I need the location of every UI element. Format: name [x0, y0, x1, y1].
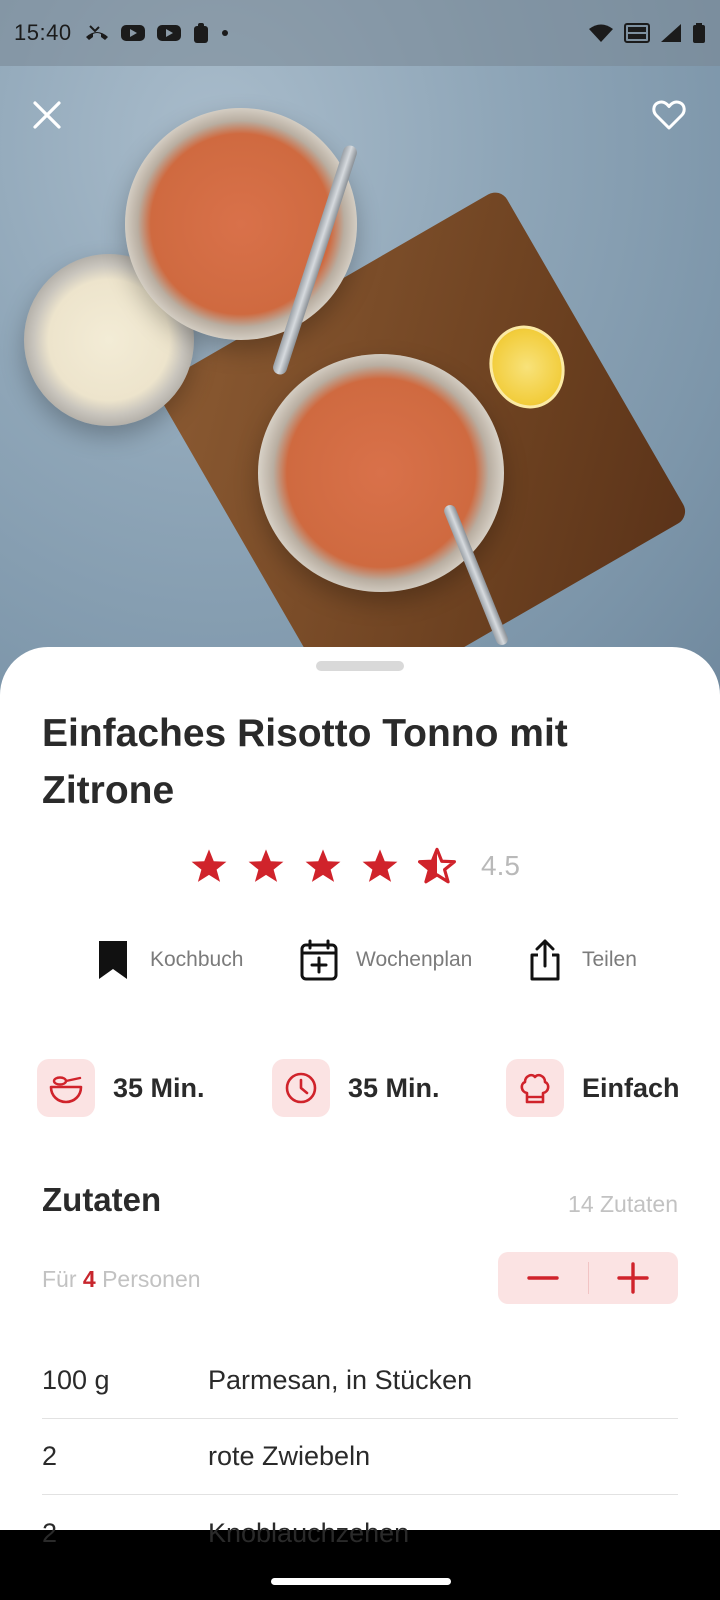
recipe-title: Einfaches Risotto Tonno mit Zitrone — [42, 712, 568, 812]
recipe-actions: Kochbuch Wochenplan Teilen — [0, 939, 720, 989]
clock-icon-badge — [272, 1059, 330, 1117]
dot-icon — [220, 23, 230, 43]
kochbuch-label: Kochbuch — [150, 948, 244, 971]
close-button[interactable] — [22, 90, 72, 140]
ingredient-row: 100 g Parmesan, in Stücken — [42, 1343, 678, 1419]
bowl-icon-badge — [37, 1059, 95, 1117]
star-full-icon — [191, 849, 227, 882]
teilen-button[interactable]: Teilen — [526, 939, 637, 981]
star-full-icon — [305, 849, 341, 882]
status-bar: 15:40 — [0, 0, 720, 66]
share-icon — [530, 939, 560, 981]
favorite-button[interactable] — [644, 90, 694, 140]
wochenplan-button[interactable]: Wochenplan — [300, 939, 472, 981]
close-icon — [33, 101, 61, 129]
prep-time-value: 35 Min. — [113, 1072, 205, 1103]
ingredient-amount: 2 — [42, 1441, 58, 1471]
recipe-rating[interactable]: 4.5 — [190, 847, 520, 885]
ingredient-amount: 100 g — [42, 1365, 110, 1395]
system-navigation-bar — [0, 1560, 720, 1600]
recipe-info-row: 35 Min. 35 Min. Einfach — [0, 1059, 720, 1119]
ingredient-row: 2 rote Zwiebeln — [42, 1419, 678, 1495]
clock-icon — [285, 1072, 317, 1104]
chef-hat-icon-badge — [506, 1059, 564, 1117]
chef-hat-icon — [520, 1073, 550, 1104]
clipboard-icon — [192, 23, 210, 43]
minus-icon — [527, 1276, 559, 1280]
sheet-drag-handle[interactable] — [316, 661, 404, 671]
ingredient-name: Knoblauchzehen — [208, 1517, 410, 1548]
servings-stepper — [498, 1252, 678, 1304]
star-full-icon — [362, 849, 398, 882]
home-gesture-handle[interactable] — [271, 1578, 451, 1585]
servings-suffix: Personen — [102, 1266, 201, 1292]
wifi-icon — [588, 23, 614, 43]
ingredient-amount: 2 — [42, 1517, 58, 1548]
calendar-add-icon — [300, 939, 338, 981]
ingredient-name: rote Zwiebeln — [208, 1441, 371, 1471]
recipe-hero-image: 15:40 — [0, 0, 720, 720]
missed-call-icon — [84, 23, 110, 43]
ingredients-list: 100 g Parmesan, in Stücken 2 rote Zwiebe… — [42, 1343, 678, 1571]
difficulty-value: Einfach — [582, 1072, 680, 1103]
decrease-servings-button[interactable] — [498, 1252, 588, 1304]
youtube-icon — [156, 23, 182, 43]
bowl-icon — [49, 1076, 83, 1104]
battery-icon — [692, 23, 706, 43]
youtube-icon — [120, 23, 146, 43]
star-full-icon — [248, 849, 284, 882]
difficulty-info: Einfach — [506, 1059, 680, 1117]
signal-icon — [660, 23, 682, 43]
ingredient-name: Parmesan, in Stücken — [208, 1365, 473, 1395]
kochbuch-button[interactable]: Kochbuch — [94, 939, 243, 981]
vowifi-icon — [624, 23, 650, 43]
wochenplan-label: Wochenplan — [356, 948, 473, 971]
servings-prefix: Für — [42, 1266, 77, 1292]
ingredients-count: 14 Zutaten — [568, 1191, 678, 1217]
recipe-detail-sheet[interactable]: Einfaches Risotto Tonno mit Zitrone 4.5 … — [0, 647, 720, 1548]
teilen-label: Teilen — [582, 948, 637, 971]
servings-label: Für 4 Personen — [42, 1266, 201, 1293]
star-half-icon — [418, 847, 456, 884]
bookmark-icon — [99, 941, 127, 979]
increase-servings-button[interactable] — [589, 1252, 679, 1304]
heart-icon — [652, 100, 686, 130]
status-time: 15:40 — [14, 20, 72, 45]
ingredients-heading: Zutaten — [42, 1181, 162, 1218]
rating-value: 4.5 — [481, 850, 520, 881]
servings-number: 4 — [82, 1266, 96, 1292]
total-time-value: 35 Min. — [348, 1072, 440, 1103]
prep-time-info: 35 Min. — [37, 1059, 205, 1117]
total-time-info: 35 Min. — [272, 1059, 440, 1117]
plus-icon — [617, 1262, 649, 1294]
